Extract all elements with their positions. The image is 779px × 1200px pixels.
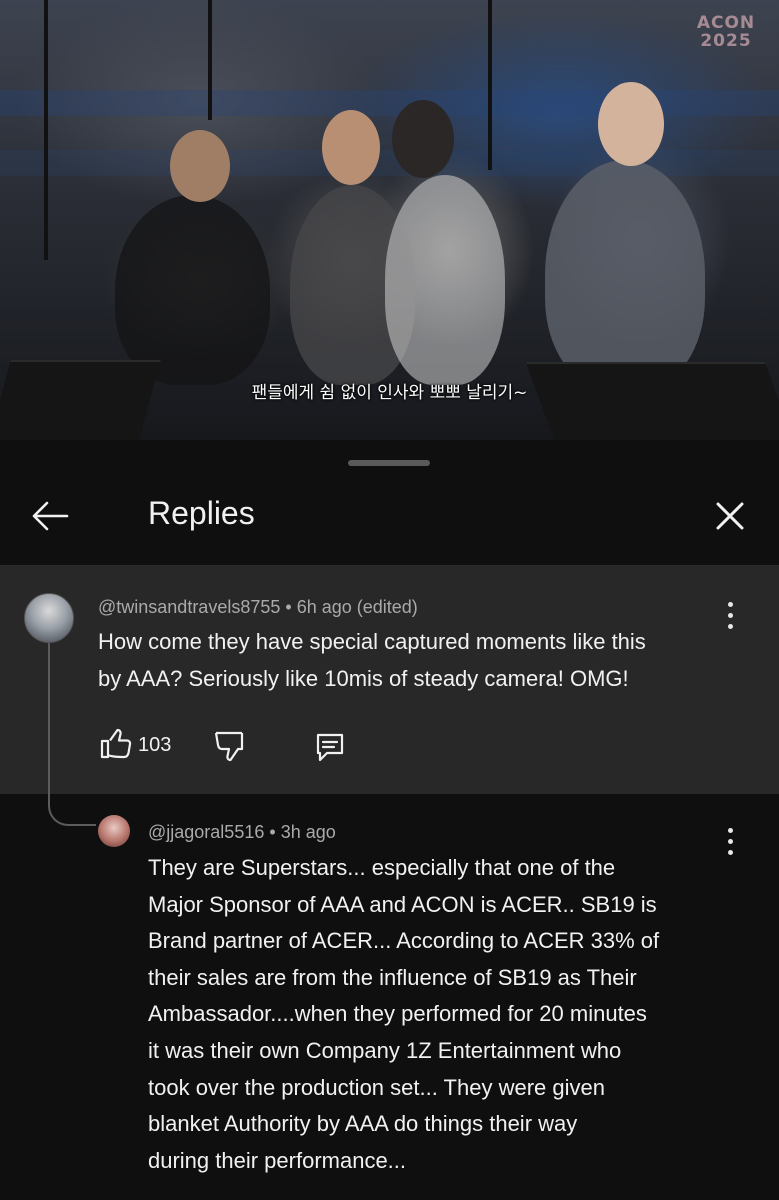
- person-head: [598, 82, 664, 166]
- comment-line: their sales are from the influence of SB…: [148, 964, 637, 990]
- comment-line: took over the production set... They wer…: [148, 1074, 605, 1100]
- person-silhouette: [545, 160, 705, 390]
- person-silhouette: [115, 195, 270, 385]
- avatar[interactable]: [98, 815, 130, 847]
- person-silhouette: [385, 175, 505, 385]
- person-head: [170, 130, 230, 202]
- comment-line: Brand partner of ACER... According to AC…: [148, 928, 660, 954]
- comment-author[interactable]: @twinsandtravels8755: [98, 597, 280, 617]
- comment-line: They are Superstars... especially that o…: [148, 855, 616, 880]
- like-count: 103: [138, 734, 172, 756]
- more-vert-icon: [728, 828, 733, 833]
- comment-author[interactable]: @jjagoral5516: [148, 822, 264, 842]
- mic-stand: [488, 0, 492, 170]
- comment-line: by AAA? Seriously like 10mis of steady c…: [98, 665, 629, 691]
- comment-time: 6h ago (edited): [296, 597, 418, 617]
- video-player[interactable]: ACON 2025 팬들에게 쉼 없이 인사와 뽀뽀 날리기~: [0, 0, 779, 440]
- more-options-button[interactable]: [720, 600, 740, 632]
- more-vert-icon: [728, 624, 733, 629]
- comment-line: during their performance...: [148, 1147, 407, 1173]
- mic-stand: [44, 0, 48, 260]
- thumbs-down-icon: [214, 731, 244, 762]
- acon-watermark: ACON 2025: [696, 13, 756, 51]
- reply-button[interactable]: [313, 730, 347, 764]
- thread-connector: [48, 643, 96, 826]
- meta-separator: •: [285, 597, 297, 617]
- dislike-button[interactable]: [212, 729, 246, 763]
- comment-text: They are Superstars... especially that o…: [148, 850, 659, 1179]
- close-button[interactable]: [712, 498, 748, 534]
- video-subtitle: 팬들에게 쉼 없이 인사와 뽀뽀 날리기~: [251, 383, 528, 403]
- comment-line: Major Sponsor of AAA and ACON is ACER.. …: [148, 891, 657, 917]
- more-vert-icon: [728, 850, 733, 855]
- arrow-left-icon: [32, 501, 69, 531]
- more-vert-icon: [728, 602, 733, 607]
- comment-line: it was their own Company 1Z Entertainmen…: [148, 1037, 622, 1063]
- person-head: [392, 100, 454, 178]
- more-vert-icon: [728, 613, 733, 618]
- close-icon: [716, 502, 744, 530]
- sheet-title: Replies: [148, 495, 255, 531]
- comment-icon: [316, 733, 344, 762]
- comment-line: Ambassador....when they performed for 20…: [148, 1001, 647, 1027]
- mic-stand: [208, 0, 212, 120]
- drag-handle[interactable]: [348, 460, 430, 466]
- avatar[interactable]: [24, 593, 74, 643]
- comment-line: How come they have special captured mome…: [98, 629, 646, 654]
- comment-line: blanket Authority by AAA do things their…: [148, 1111, 578, 1137]
- meta-separator: •: [269, 822, 281, 842]
- more-options-button[interactable]: [720, 826, 740, 858]
- comment-text: How come they have special captured mome…: [98, 624, 646, 697]
- stadium-seats: [0, 150, 779, 176]
- more-vert-icon: [728, 839, 733, 844]
- back-button[interactable]: [30, 498, 70, 534]
- comment-meta: @twinsandtravels8755 • 6h ago (edited): [98, 597, 418, 618]
- person-head: [322, 110, 380, 185]
- sheet-header: [0, 480, 779, 566]
- comment-meta: @jjagoral5516 • 3h ago: [148, 822, 336, 843]
- thumbs-up-icon: [100, 728, 132, 759]
- like-button[interactable]: [98, 727, 132, 761]
- comment-time: 3h ago: [280, 822, 336, 842]
